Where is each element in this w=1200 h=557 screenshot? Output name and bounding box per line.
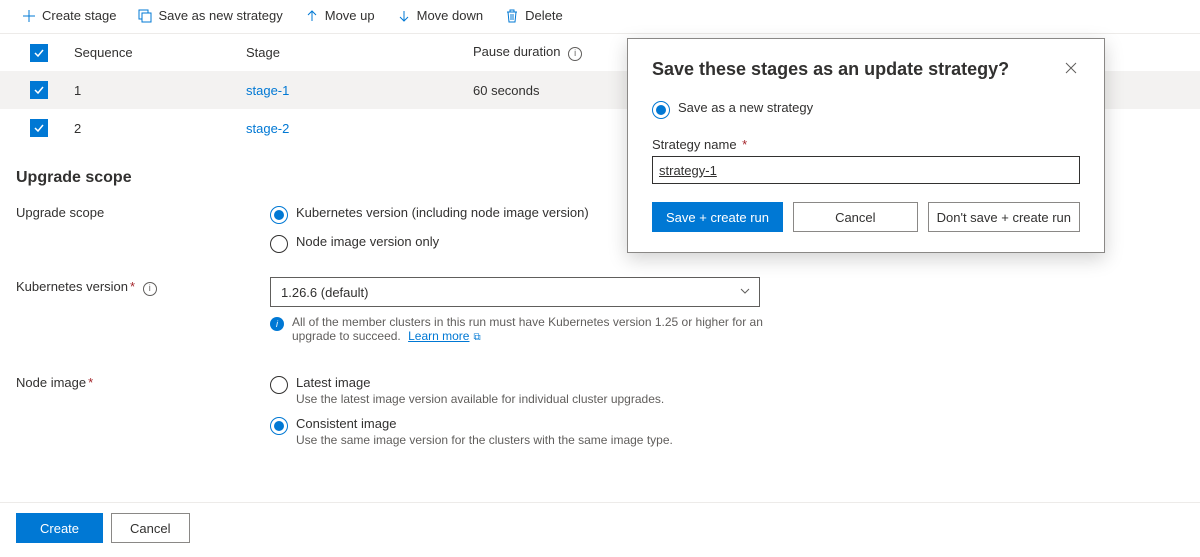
save-icon bbox=[138, 9, 152, 23]
help-text-content: All of the member clusters in this run m… bbox=[292, 315, 763, 343]
move-up-button[interactable]: Move up bbox=[305, 8, 375, 23]
footer: Create Cancel bbox=[0, 502, 1200, 557]
field-kubernetes-version: Kubernetes version* i 1.26.6 (default) i… bbox=[0, 269, 1200, 351]
col-sequence: Sequence bbox=[74, 45, 246, 60]
radio-icon bbox=[270, 206, 288, 224]
radio-label: Consistent image bbox=[296, 416, 673, 431]
row-checkbox[interactable] bbox=[30, 119, 48, 137]
radio-description: Use the latest image version available f… bbox=[296, 392, 664, 406]
radio-icon bbox=[652, 101, 670, 119]
create-stage-button[interactable]: Create stage bbox=[22, 8, 116, 23]
label-kubernetes-version: Kubernetes version* i bbox=[16, 277, 270, 296]
kubernetes-version-dropdown[interactable]: 1.26.6 (default) bbox=[270, 277, 760, 307]
stage-link[interactable]: stage-2 bbox=[246, 121, 289, 136]
radio-icon bbox=[270, 376, 288, 394]
cell-sequence: 2 bbox=[74, 121, 246, 136]
row-checkbox[interactable] bbox=[30, 81, 48, 99]
label-text: Kubernetes version bbox=[16, 279, 128, 294]
label: Move up bbox=[325, 8, 375, 23]
label-text: Node image bbox=[16, 375, 86, 390]
save-create-run-button[interactable]: Save + create run bbox=[652, 202, 783, 232]
label: Delete bbox=[525, 8, 563, 23]
save-as-new-strategy-button[interactable]: Save as new strategy bbox=[138, 8, 282, 23]
required-marker: * bbox=[130, 279, 135, 294]
dialog-cancel-button[interactable]: Cancel bbox=[793, 202, 918, 232]
radio-description: Use the same image version for the clust… bbox=[296, 433, 673, 447]
label-node-image: Node image* bbox=[16, 373, 270, 390]
info-icon: i bbox=[270, 317, 284, 331]
label: Move down bbox=[417, 8, 483, 23]
help-text: i All of the member clusters in this run… bbox=[270, 315, 790, 343]
required-marker: * bbox=[739, 137, 748, 152]
radio-label: Latest image bbox=[296, 375, 664, 390]
save-strategy-dialog: Save these stages as an update strategy?… bbox=[627, 38, 1105, 253]
dropdown-value: 1.26.6 (default) bbox=[281, 285, 368, 300]
learn-more-link[interactable]: Learn more bbox=[408, 329, 469, 343]
radio-label: Kubernetes version (including node image… bbox=[296, 205, 589, 220]
required-marker: * bbox=[88, 375, 93, 390]
arrow-down-icon bbox=[397, 9, 411, 23]
info-icon[interactable]: i bbox=[143, 282, 157, 296]
radio-consistent-image[interactable]: Consistent image Use the same image vers… bbox=[270, 414, 1030, 455]
radio-latest-image[interactable]: Latest image Use the latest image versio… bbox=[270, 373, 1030, 414]
label-upgrade-scope: Upgrade scope bbox=[16, 203, 270, 220]
dont-save-create-run-button[interactable]: Don't save + create run bbox=[928, 202, 1080, 232]
plus-icon bbox=[22, 9, 36, 23]
label-strategy-name: Strategy name * bbox=[652, 137, 1080, 152]
radio-label: Node image version only bbox=[296, 234, 439, 249]
arrow-up-icon bbox=[305, 9, 319, 23]
stage-link[interactable]: stage-1 bbox=[246, 83, 289, 98]
delete-button[interactable]: Delete bbox=[505, 8, 563, 23]
col-stage: Stage bbox=[246, 45, 473, 60]
command-bar: Create stage Save as new strategy Move u… bbox=[0, 0, 1200, 33]
close-icon[interactable] bbox=[1062, 59, 1080, 80]
field-node-image: Node image* Latest image Use the latest … bbox=[0, 365, 1200, 463]
create-button[interactable]: Create bbox=[16, 513, 103, 543]
dialog-title: Save these stages as an update strategy? bbox=[652, 59, 1009, 80]
label: Save as new strategy bbox=[158, 8, 282, 23]
col-pause-label: Pause duration bbox=[473, 44, 560, 59]
chevron-down-icon bbox=[739, 285, 751, 300]
radio-icon bbox=[270, 417, 288, 435]
label: Create stage bbox=[42, 8, 116, 23]
cell-sequence: 1 bbox=[74, 83, 246, 98]
move-down-button[interactable]: Move down bbox=[397, 8, 483, 23]
cancel-button[interactable]: Cancel bbox=[111, 513, 189, 543]
select-all-checkbox[interactable] bbox=[30, 44, 48, 62]
strategy-name-input[interactable] bbox=[652, 156, 1080, 184]
radio-label: Save as a new strategy bbox=[678, 100, 813, 115]
info-icon[interactable]: i bbox=[568, 47, 582, 61]
radio-icon bbox=[270, 235, 288, 253]
radio-save-as-new[interactable]: Save as a new strategy bbox=[652, 98, 1080, 127]
trash-icon bbox=[505, 9, 519, 23]
label-text: Strategy name bbox=[652, 137, 737, 152]
external-link-icon: ⧉ bbox=[473, 332, 480, 343]
